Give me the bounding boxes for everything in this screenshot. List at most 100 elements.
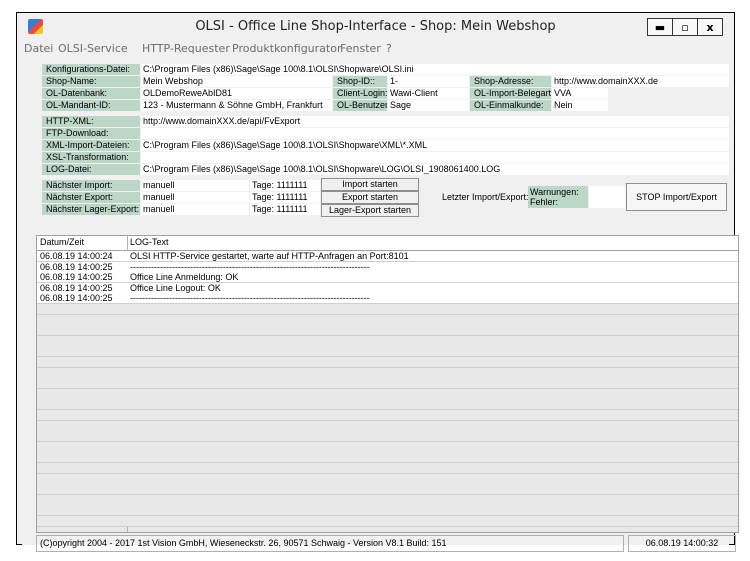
xmlimport-label: XML-Import-Dateien: [42, 140, 140, 151]
xsl-value [141, 152, 729, 163]
letzter-label: Letzter Import/Export: [442, 192, 529, 202]
minimize-button[interactable]: ▬ [647, 18, 673, 36]
clientlogin-value: Wawi-Client [388, 88, 469, 99]
httpxml-value: http://www.domainXXX.de/api/FvExport [141, 116, 729, 127]
table-row[interactable] [37, 346, 738, 358]
stop-import-export-button[interactable]: STOP Import/Export [626, 183, 727, 211]
shopname-value: Mein Webshop [141, 76, 332, 87]
importbeleg-label: OL-Import-Belegart: [470, 88, 551, 99]
shopadresse-value: http://www.domainXXX.de [552, 76, 729, 87]
table-row[interactable] [37, 399, 738, 411]
table-row[interactable]: 06.08.19 14:00:25 Office Line Anmeldung: … [37, 272, 738, 284]
table-row[interactable] [37, 431, 738, 443]
col-text-header[interactable]: LOG-Text [130, 237, 169, 247]
lager-export-start-button[interactable]: Lager-Export starten [321, 204, 419, 217]
table-row[interactable] [37, 473, 738, 485]
table-row[interactable] [37, 314, 738, 326]
benutzer-label: OL-Benutzer: [333, 100, 387, 111]
table-row[interactable] [37, 463, 738, 474]
menu-datei[interactable]: Datei [24, 42, 53, 55]
export-mode: manuell [141, 192, 249, 203]
benutzer-value: Sage [388, 100, 469, 111]
import-label: Nächster Import: [42, 180, 140, 191]
xmlimport-value: C:\Program Files (x86)\Sage\Sage 100\8.1… [141, 140, 729, 151]
import-mode: manuell [141, 180, 249, 191]
table-row[interactable]: 06.08.19 14:00:25 -----------------------… [37, 293, 738, 305]
import-start-button[interactable]: Import starten [321, 178, 419, 191]
log-time: 06.08.19 14:00:25 [40, 282, 113, 293]
datenbank-label: OL-Datenbank: [42, 88, 140, 99]
copyright-text: (C)opyright 2004 - 2017 1st Vision GmbH,… [36, 535, 624, 552]
log-time: 06.08.19 14:00:25 [40, 272, 113, 283]
table-row[interactable] [37, 367, 738, 379]
lager-tage: Tage: 1111111 [250, 204, 320, 215]
log-text: ----------------------------------------… [130, 261, 370, 272]
table-row[interactable] [37, 516, 738, 527]
table-row[interactable] [37, 452, 738, 464]
log-time: 06.08.19 14:00:25 [40, 293, 113, 304]
table-row[interactable] [37, 420, 738, 432]
status-time: 06.08.19 14:00:32 [628, 535, 736, 552]
lager-mode: manuell [141, 204, 249, 215]
maximize-button[interactable]: ▫ [672, 18, 698, 36]
importbeleg-value: VVA [552, 88, 608, 99]
table-row[interactable] [37, 441, 738, 453]
close-button[interactable]: x [697, 18, 723, 36]
table-row[interactable]: 06.08.19 14:00:25 -----------------------… [37, 261, 738, 273]
table-row[interactable]: 06.08.19 14:00:24 OLSI HTTP-Service gesta… [37, 251, 738, 262]
table-row[interactable] [37, 484, 738, 496]
export-tage: Tage: 1111111 [250, 192, 320, 203]
log-text: Office Line Logout: OK [130, 282, 221, 293]
mandant-value: 123 - Mustermann & Söhne GmbH, Frankfurt [141, 100, 332, 111]
status-bar: (C)opyright 2004 - 2017 1st Vision GmbH,… [36, 535, 739, 553]
warnungen-label: Warnungen: [530, 187, 579, 197]
clientlogin-label: Client-Login: [333, 88, 387, 99]
table-row[interactable] [37, 410, 738, 421]
log-text: Office Line Anmeldung: OK [130, 272, 239, 283]
table-row[interactable] [37, 388, 738, 400]
table-row[interactable] [37, 335, 738, 347]
log-time: 06.08.19 14:00:24 [40, 251, 113, 261]
konfig-value: C:\Program Files (x86)\Sage\Sage 100\8.1… [141, 64, 729, 75]
log-header: Datum/Zeit LOG-Text [37, 236, 738, 251]
shopid-label: Shop-ID:: [333, 76, 387, 87]
table-row[interactable] [37, 494, 738, 506]
shopname-label: Shop-Name: [42, 76, 140, 87]
main-window: OLSI - Office Line Shop-Interface - Shop… [22, 16, 739, 552]
table-row[interactable]: 06.08.19 14:00:25 Office Line Logout: OK [37, 282, 738, 294]
table-row[interactable] [37, 357, 738, 368]
shopid-value: 1- [388, 76, 469, 87]
menu-bar: Datei OLSI-Service HTTP-Requester Produk… [22, 40, 729, 58]
menu-http-requester[interactable]: HTTP-Requester [142, 42, 230, 55]
httpxml-label: HTTP-XML: [42, 116, 140, 127]
konfig-label: Konfigurations-Datei: [42, 64, 140, 75]
log-time: 06.08.19 14:00:25 [40, 261, 113, 272]
fehler-label: Fehler: [530, 197, 559, 207]
table-row[interactable] [37, 304, 738, 315]
window-title: OLSI - Office Line Shop-Interface - Shop… [195, 19, 556, 34]
title-bar[interactable]: OLSI - Office Line Shop-Interface - Shop… [22, 16, 729, 39]
menu-olsi-service[interactable]: OLSI-Service [58, 42, 128, 55]
table-row[interactable] [37, 378, 738, 390]
menu-produktkonfigurator[interactable]: Produktkonfigurator [232, 42, 341, 55]
einmalkunde-value: Nein [552, 100, 608, 111]
col-datum-header[interactable]: Datum/Zeit [40, 237, 84, 247]
ftp-value [141, 128, 729, 139]
log-text: ----------------------------------------… [130, 293, 370, 304]
warn-value [589, 186, 625, 208]
table-row[interactable] [37, 325, 738, 337]
export-start-button[interactable]: Export starten [321, 191, 419, 204]
ftp-label: FTP-Download: [42, 128, 140, 139]
menu-help[interactable]: ? [386, 42, 392, 55]
xsl-label: XSL-Transformation: [42, 152, 140, 163]
log-label: LOG-Datei: [42, 164, 140, 175]
log-text: OLSI HTTP-Service gestartet, warte auf H… [130, 251, 409, 261]
datenbank-value: OLDemoReweAbID81 [141, 88, 332, 99]
log-table[interactable]: Datum/Zeit LOG-Text 06.08.19 14:00:24 OLS… [36, 235, 739, 533]
table-row[interactable] [37, 505, 738, 517]
shopadresse-label: Shop-Adresse: [470, 76, 551, 87]
lager-label: Nächster Lager-Export: [42, 204, 140, 215]
mandant-label: OL-Mandant-ID: [42, 100, 140, 111]
menu-fenster[interactable]: Fenster [340, 42, 381, 55]
import-tage: Tage: 1111111 [250, 180, 320, 191]
